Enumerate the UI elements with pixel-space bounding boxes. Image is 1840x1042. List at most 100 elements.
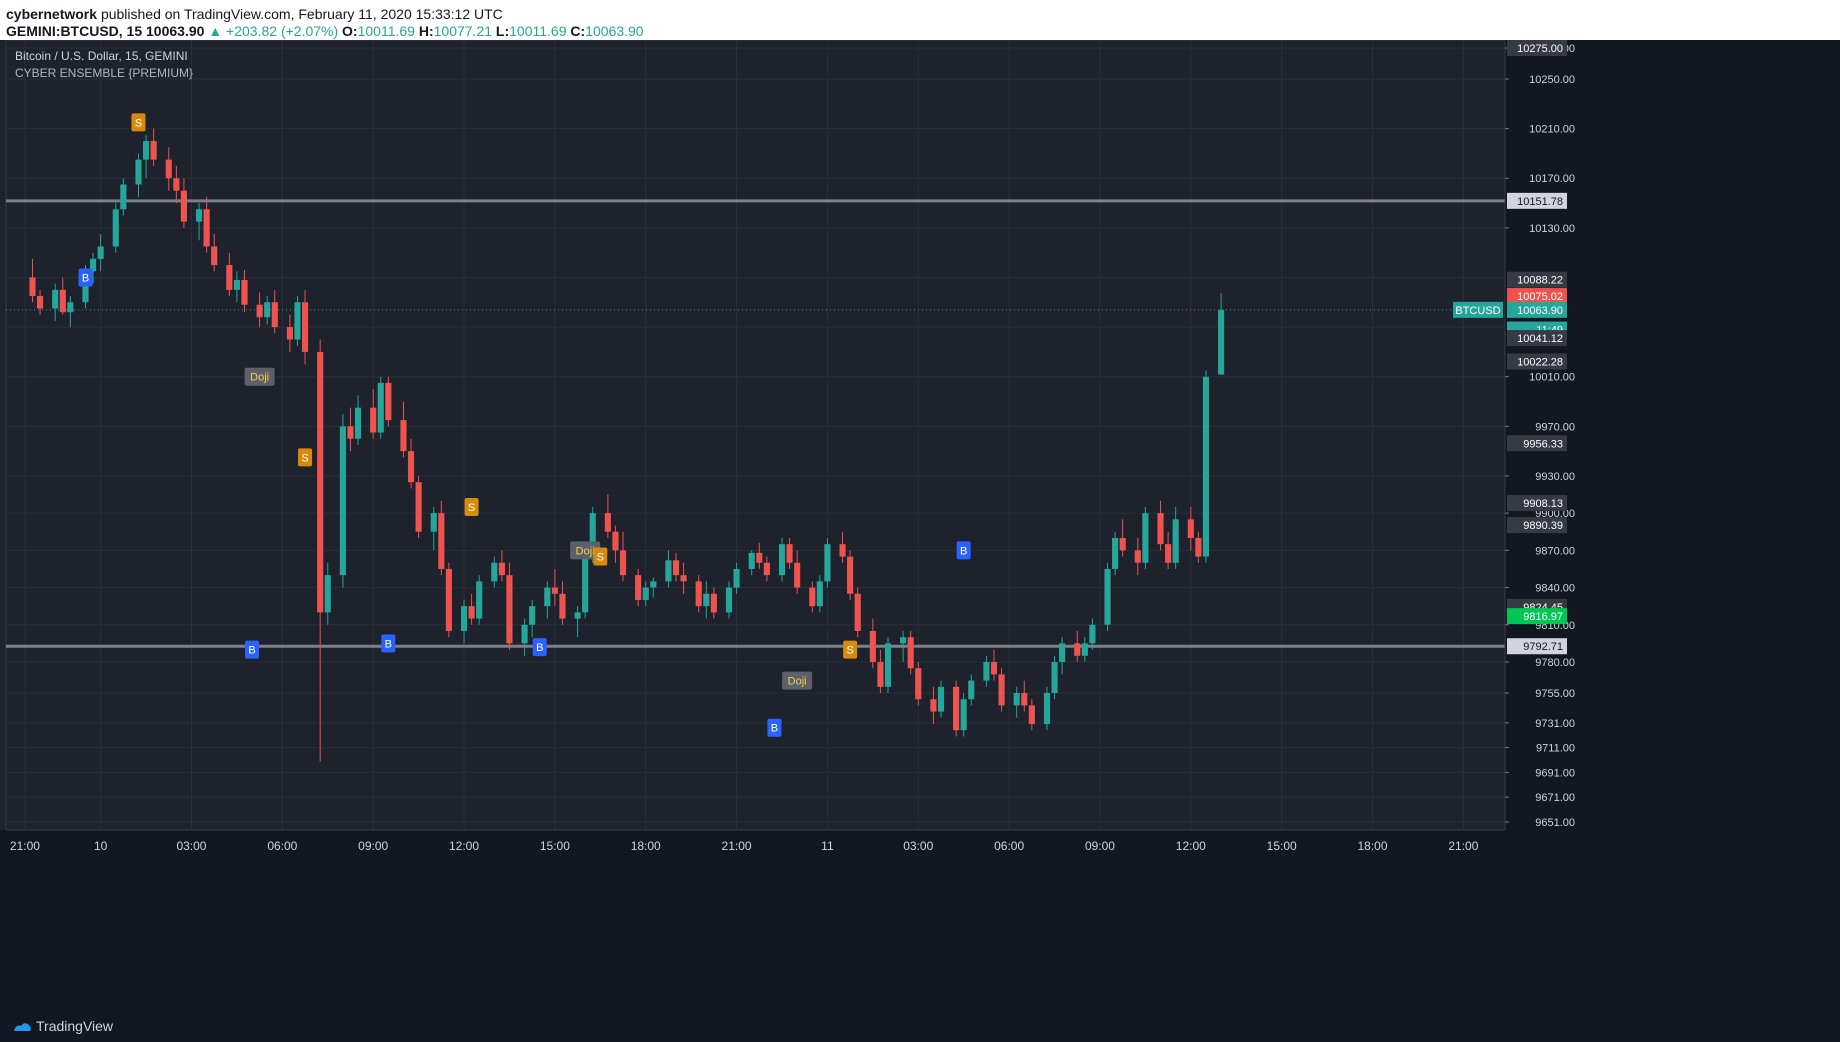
candle-body xyxy=(468,606,475,619)
candle-body xyxy=(703,593,710,607)
candle-body xyxy=(710,593,717,613)
candle-body xyxy=(1112,537,1119,569)
symbol-line: GEMINI:BTCUSD, 15 10063.90 ▲ +203.82 (+2… xyxy=(6,23,644,39)
time-tick-label: 11 xyxy=(821,839,834,853)
candle-body xyxy=(695,581,702,607)
candle-body xyxy=(650,581,657,588)
price-label-text: 10063.90 xyxy=(1517,305,1563,317)
price-tick-label: 10170.00 xyxy=(1529,173,1575,185)
candle-body xyxy=(869,630,876,662)
price-chart[interactable]: SBDojiBSBSBDojiSBDojiSB 10275.0010250.00… xyxy=(0,40,1840,1010)
signal-label: B xyxy=(82,272,89,284)
candle-body xyxy=(786,544,793,563)
candle-body xyxy=(1165,544,1172,563)
price-label-text: 10088.22 xyxy=(1517,275,1563,287)
candle-body xyxy=(67,302,74,313)
candle-body xyxy=(1074,643,1081,656)
time-tick-label: 18:00 xyxy=(1357,839,1387,853)
candle-body xyxy=(324,575,331,613)
price-label-text: 10075.02 xyxy=(1517,291,1563,303)
candle-body xyxy=(778,544,786,576)
candle-body xyxy=(37,296,44,309)
candle-body xyxy=(211,246,218,266)
candle-body xyxy=(937,686,945,712)
candle-body xyxy=(619,550,627,576)
candle-body xyxy=(748,552,755,569)
candle-body xyxy=(264,302,271,318)
last-price: 10063.90 xyxy=(146,23,205,39)
price-tick-label: 9711.00 xyxy=(1536,743,1575,755)
candle-body xyxy=(968,680,975,700)
candle-body xyxy=(960,699,967,731)
chart-title: Bitcoin / U.S. Dollar, 15, GEMINI xyxy=(15,49,188,63)
candle-body xyxy=(582,556,589,613)
candle-body xyxy=(953,686,960,731)
price-tick-label: 9671.00 xyxy=(1535,792,1575,804)
price-label-text: 9908.13 xyxy=(1523,498,1563,510)
candle-body xyxy=(604,513,611,532)
candle-body xyxy=(990,661,998,675)
time-tick-label: 06:00 xyxy=(994,839,1024,853)
price-change: ▲ +203.82 (+2.07%) xyxy=(208,23,339,39)
candle-body xyxy=(1119,537,1126,551)
candle-body xyxy=(377,382,384,433)
price-tick-label: 9755.00 xyxy=(1535,688,1575,700)
candle-body xyxy=(529,606,536,625)
time-axis[interactable]: 21:00 10 03:00 06:00 09:00 12:00 15:00 18:00 21:… xyxy=(0,829,1840,1010)
time-tick-label: 18:00 xyxy=(631,839,661,853)
candle-body xyxy=(407,451,415,483)
candle-body xyxy=(756,552,763,563)
candle-body xyxy=(339,426,346,576)
candle-body xyxy=(491,562,498,582)
signal-label: S xyxy=(135,117,142,129)
candle-body xyxy=(445,568,452,631)
price-label-text: 9956.33 xyxy=(1523,438,1563,450)
time-tick-label: 06:00 xyxy=(267,839,297,853)
price-tick-label: 9780.00 xyxy=(1535,657,1575,669)
candle-body xyxy=(1202,376,1210,557)
candle-body xyxy=(635,575,642,600)
candle-body xyxy=(241,279,248,305)
candle-body xyxy=(854,593,861,631)
candle-body xyxy=(271,302,278,328)
price-label-text: 10151.78 xyxy=(1517,196,1563,208)
candle-body xyxy=(809,587,816,607)
candle-body xyxy=(824,544,831,582)
candle-body xyxy=(763,562,770,576)
candle-body xyxy=(256,304,263,318)
price-tick-label: 9840.00 xyxy=(1535,583,1575,595)
time-tick-label: 03:00 xyxy=(903,839,933,853)
price-tick-label: 9870.00 xyxy=(1535,545,1575,557)
candle-body xyxy=(642,587,649,600)
time-tick-label: 12:00 xyxy=(1176,839,1206,853)
candle-body xyxy=(544,587,551,607)
open-label: O: xyxy=(342,23,358,39)
candle-body xyxy=(233,279,240,290)
signal-label: S xyxy=(597,552,604,564)
candle-body xyxy=(1218,309,1225,375)
tradingview-brand[interactable]: TradingView xyxy=(12,1018,113,1034)
time-tick-label: 15:00 xyxy=(1267,839,1297,853)
candle-body xyxy=(1081,643,1088,656)
candle-body xyxy=(370,407,377,433)
time-tick-label: 09:00 xyxy=(358,839,388,853)
candle-body xyxy=(998,674,1005,706)
author-name[interactable]: cybernetwork xyxy=(6,6,97,22)
publish-line: cybernetwork published on TradingView.co… xyxy=(6,6,503,22)
close-value: 10063.90 xyxy=(585,23,644,39)
candle-body xyxy=(839,544,846,557)
candle-body xyxy=(498,562,505,576)
time-tick-label: 10 xyxy=(94,839,108,853)
candle-body xyxy=(203,209,210,247)
candle-body xyxy=(354,407,362,439)
low-label: L: xyxy=(495,23,510,39)
candle-body xyxy=(347,426,354,439)
candle-body xyxy=(226,265,233,290)
candle-body xyxy=(1089,624,1096,644)
price-tick-label: 9970.00 xyxy=(1535,421,1575,433)
signal-label: B xyxy=(960,545,967,557)
candle-body xyxy=(385,382,392,421)
candle-body xyxy=(521,624,528,644)
time-axis-background xyxy=(0,830,1840,1010)
price-tick-label: 9691.00 xyxy=(1535,767,1575,779)
